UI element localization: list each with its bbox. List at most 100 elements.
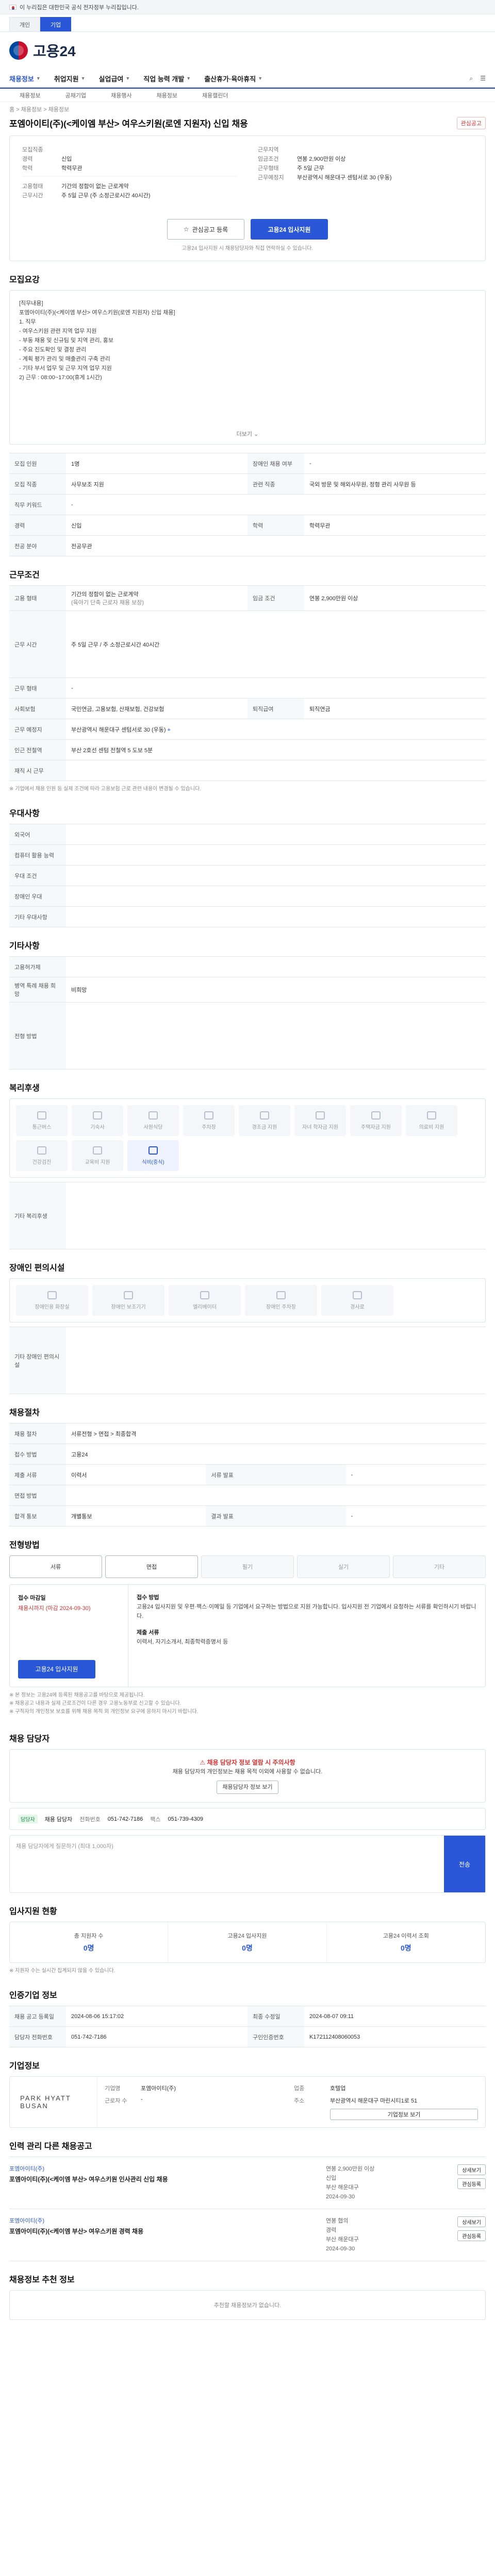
nav-item-support[interactable]: 취업지원 ▼ xyxy=(54,74,86,83)
apply-button[interactable]: 고용24 입사지원 xyxy=(251,219,328,240)
detail-button[interactable]: 상세보기 xyxy=(457,2216,486,2227)
section-title: 채용절차 xyxy=(9,1409,40,1417)
company-details: 기업명 포엠아이티(주) 업종 호텔업 근로자 수- 주소 부산광역시 해운대구 마린… xyxy=(97,2077,485,2127)
list-item[interactable]: 포엠아이티(주) 포엠아이티(주)(<케이엠 부산> 여우스키원 인사관리 신입… xyxy=(9,2157,486,2209)
more-button[interactable]: 더보기 ⌄ xyxy=(237,430,259,439)
benefit-item: 사원식당 xyxy=(127,1105,179,1136)
section-title: 인증기업 정보 xyxy=(9,1991,57,2000)
step-item: 실기 xyxy=(297,1555,390,1578)
section-related: 인력 관리 다른 채용공고 포엠아이티(주) 포엠아이티(주)(<케이엠 부산>… xyxy=(0,2128,495,2261)
save-job-button[interactable]: ☆ 관심공고 등록 xyxy=(167,219,244,240)
section-title: 기업정보 xyxy=(9,2062,40,2071)
benefit-item: 건강검진 xyxy=(16,1140,68,1171)
job-summary: 모집직종 경력 신입 학력 학력무관 고용형태 기간의 정함이 없는 근로계약 근무시… xyxy=(9,135,486,261)
menu-icon[interactable]: ☰ xyxy=(480,75,486,82)
elevator-icon xyxy=(200,1291,209,1299)
contact-tel[interactable]: 051-742-7186 xyxy=(108,1816,143,1822)
section-recommend: 채용정보 추천 정보 추천할 채용정보가 없습니다. xyxy=(0,2261,495,2320)
chevron-down-icon: ▼ xyxy=(125,76,130,81)
subnav-item[interactable]: 채용캘린더 xyxy=(202,91,228,99)
benefit-item: 주택자금 지원 xyxy=(350,1105,402,1136)
summary-value: 부산광역시 해운대구 센텀서로 30 (우동) xyxy=(297,175,392,181)
health-icon xyxy=(37,1146,46,1155)
job-title-row: 포엠아이티(주)(<케이엠 부산> 여우스키원(로엔 지원자) 신입 채용 관심… xyxy=(0,116,495,135)
benefit-item: 교육비 지원 xyxy=(72,1140,123,1171)
company-info-button[interactable]: 기업정보 보기 xyxy=(330,2109,478,2120)
step-item: 기타 xyxy=(393,1555,486,1578)
welfare-table: 외국어 컴퓨터 활용 능력 우대 조건 장애인 우대 기타 우대사항 xyxy=(9,824,486,927)
summary-value: 학력무관 xyxy=(61,165,82,172)
section-benefits: 복리후생 통근버스 기숙사 사원식당 주차장 경조금 지원 자녀 학자금 지원 … xyxy=(0,1070,495,1249)
stats-note: ※ 지원자 수는 실시간 집계되지 않을 수 있습니다. xyxy=(9,1968,116,1974)
summary-label: 근무예정지 xyxy=(258,175,284,181)
send-question-button[interactable]: 전송 xyxy=(444,1836,485,1892)
list-item[interactable]: 포엠아이티(주) 포엠아이티(주)(<케이엠 부산> 여우스키원 경력 채용 연… xyxy=(9,2209,486,2261)
show-contact-button[interactable]: 채용담당자 정보 보기 xyxy=(217,1781,278,1794)
question-box: 채용 담당자에게 질문하기 (최대 1,000자) 전송 xyxy=(9,1835,486,1893)
apply-steps: 서류 면접 필기 실기 기타 xyxy=(9,1555,486,1578)
section-stats: 입사지원 현황 총 지원자 수 0명 고용24 입사지원 0명 고용24 이력서 조… xyxy=(0,1893,495,1977)
detail-button[interactable]: 상세보기 xyxy=(457,2164,486,2175)
benefit-icons: 통근버스 기숙사 사원식당 주차장 경조금 지원 자녀 학자금 지원 주택자금 … xyxy=(9,1098,486,1178)
section-title: 채용 담당자 xyxy=(9,1735,50,1743)
nav-item-training[interactable]: 직업 능력 개발 ▼ xyxy=(143,74,191,83)
section-title: 인력 관리 다른 채용공고 xyxy=(9,2142,92,2151)
map-icon[interactable]: ⌖ xyxy=(168,727,171,733)
favorite-button[interactable]: 관심공고 xyxy=(456,116,486,129)
meal-icon xyxy=(148,1111,158,1120)
gov-banner: 이 누리집은 대한민국 공식 전자정부 누리집입니다. xyxy=(0,0,495,14)
subnav-item[interactable]: 채용행사 xyxy=(111,91,131,99)
section-company: 기업정보 PARK HYATT BUSAN 기업명 포엠아이티(주) 업종 호텔업 … xyxy=(0,2047,495,2128)
wheelchair-icon xyxy=(124,1291,133,1299)
tab-individual[interactable]: 개인 xyxy=(9,17,40,31)
medical-icon xyxy=(427,1111,436,1120)
save-button[interactable]: 관심등록 xyxy=(457,2178,486,2189)
nav-item-leave[interactable]: 출산휴가·육아휴직 ▼ xyxy=(204,74,262,83)
star-icon: ☆ xyxy=(183,226,189,233)
nav-item-jobs[interactable]: 채용정보 ▼ xyxy=(9,74,41,83)
empty-state: 추천할 채용정보가 없습니다. xyxy=(9,2290,486,2320)
summary-value: 신입 xyxy=(61,156,72,162)
alert-icon: ⚠ xyxy=(200,1759,206,1766)
flag-icon xyxy=(9,4,16,10)
related-job-list: 포엠아이티(주) 포엠아이티(주)(<케이엠 부산> 여우스키원 인사관리 신입… xyxy=(9,2157,486,2261)
section-welfare: 우대사항 외국어 컴퓨터 활용 능력 우대 조건 장애인 우대 기타 우대사항 xyxy=(0,795,495,927)
nav-item-benefit[interactable]: 실업급여 ▼ xyxy=(99,74,130,83)
stat-item: 고용24 입사지원 0명 xyxy=(168,1922,327,1962)
benefit-item: 주차장 xyxy=(183,1105,235,1136)
section-title: 기타사항 xyxy=(9,942,40,951)
subnav-item[interactable]: 채용정보 xyxy=(20,91,40,99)
logo-icon[interactable] xyxy=(9,41,28,60)
info-table: 채용 공고 등록일 2024-08-06 15:17:02 최종 수정일 2024-0… xyxy=(9,2006,486,2047)
subnav-item[interactable]: 채용정보 xyxy=(156,91,177,99)
facility-item: 장애인 보조기기 xyxy=(92,1285,164,1316)
house-icon xyxy=(371,1111,381,1120)
recruit-table: 모집 인원 1명 장애인 채용 여부 - 모집 직종 사무보조 지원 관련 직종 국외 방문… xyxy=(9,453,486,556)
question-input[interactable]: 채용 담당자에게 질문하기 (최대 1,000자) xyxy=(10,1836,444,1892)
summary-label: 근무시간 xyxy=(22,193,43,199)
save-button[interactable]: 관심등록 xyxy=(457,2230,486,2241)
summary-label: 고용형태 xyxy=(22,183,43,190)
legal-notes: ※ 본 정보는 고용24에 등록된 채용공고를 바탕으로 제공됩니다. ※ 채용… xyxy=(9,1692,199,1715)
tab-company[interactable]: 기업 xyxy=(40,17,71,31)
chevron-down-icon: ▼ xyxy=(258,76,263,81)
section-title: 근무조건 xyxy=(9,571,40,580)
section-title: 입사지원 현황 xyxy=(9,1907,57,1916)
section-process: 채용절차 채용 절차 서류전형 > 면접 > 최종합격 접수 방법 고용24 제출 … xyxy=(0,1394,495,1527)
section-title: 우대사항 xyxy=(9,809,40,818)
other-table: 고용허가제 병역 특례 채용 희망 비희망 전형 방법 xyxy=(9,956,486,1070)
search-icon[interactable]: ⌕ xyxy=(470,75,473,82)
subnav-item[interactable]: 공채기업 xyxy=(65,91,86,99)
site-logo[interactable]: 고용24 xyxy=(33,40,76,61)
chevron-down-icon: ⌄ xyxy=(254,431,259,437)
apply-button-secondary[interactable]: 고용24 입사지원 xyxy=(18,1660,95,1679)
summary-value xyxy=(297,145,473,155)
conditions-note: ※ 기업에서 채용 인원 등 실제 조건에 따라 고용보험 근로 관련 내용이 … xyxy=(9,786,202,792)
section-other: 기타사항 고용허가제 병역 특례 채용 희망 비희망 전형 방법 xyxy=(0,927,495,1070)
conditions-table: 고용 형태 기간의 정함이 없는 근로계약 (육아기 단축 근로자 채용 보장) 임금… xyxy=(9,585,486,781)
step-item: 필기 xyxy=(201,1555,294,1578)
section-info: 인증기업 정보 채용 공고 등록일 2024-08-06 15:17:02 최종 수… xyxy=(0,1977,495,2047)
apply-method-detail: 접수 방법 고용24 입사지원 및 우편·팩스·이메일 등 기업에서 요구하는 … xyxy=(137,1595,476,1645)
step-item: 서류 xyxy=(9,1555,102,1578)
benefit-item: 의료비 지원 xyxy=(406,1105,457,1136)
